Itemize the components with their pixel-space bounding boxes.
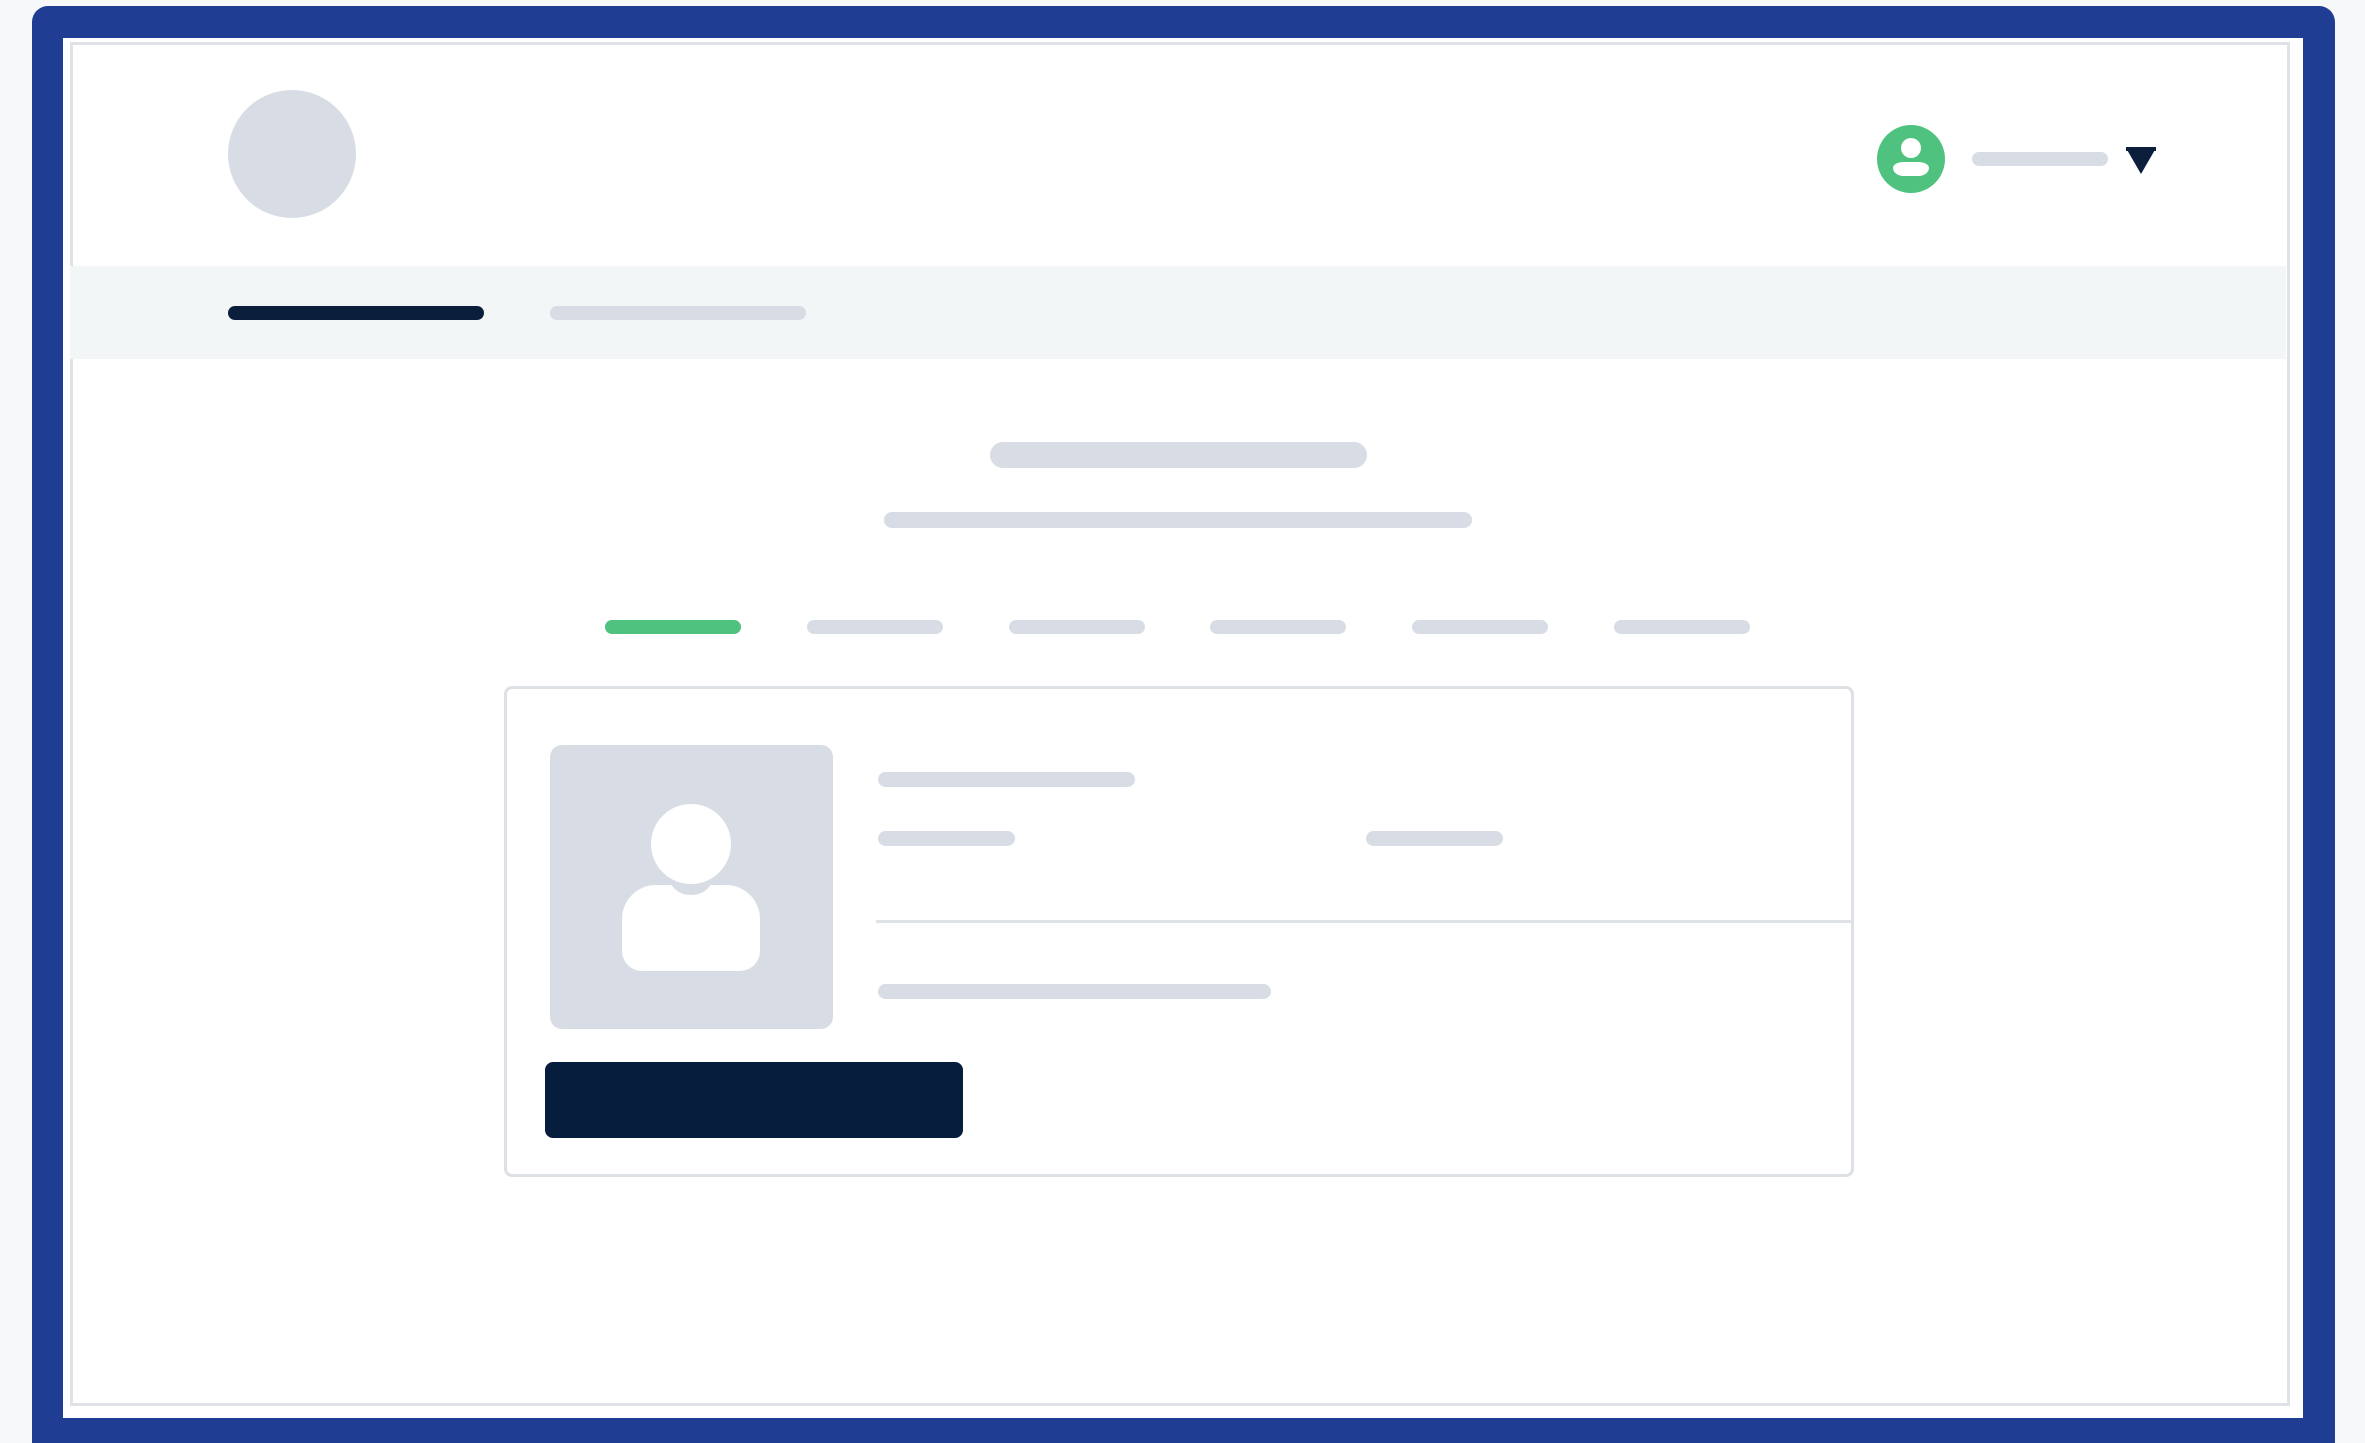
nav-item[interactable]: [550, 306, 806, 320]
step-tab-active[interactable]: [605, 620, 741, 634]
logo-placeholder[interactable]: [228, 90, 356, 218]
person-placeholder-icon: [550, 745, 833, 1029]
avatar-head: [1901, 138, 1921, 158]
person-shoulders: [622, 885, 760, 971]
nav-item-active[interactable]: [228, 306, 484, 320]
caret-down-icon[interactable]: [2126, 148, 2156, 174]
avatar-body: [1893, 162, 1929, 176]
user-name-placeholder[interactable]: [1972, 152, 2108, 166]
card-detail-left-placeholder: [878, 831, 1015, 846]
user-avatar-icon[interactable]: [1877, 125, 1945, 193]
step-tab[interactable]: [807, 620, 943, 634]
page-subtitle-placeholder: [884, 512, 1472, 528]
card-name-placeholder: [878, 772, 1135, 787]
step-tab[interactable]: [1412, 620, 1548, 634]
step-tab[interactable]: [1210, 620, 1346, 634]
card-divider: [876, 920, 1852, 923]
person-head: [651, 804, 731, 884]
card-detail-right-placeholder: [1366, 831, 1503, 846]
step-tab[interactable]: [1009, 620, 1145, 634]
page-title-placeholder: [990, 442, 1367, 468]
step-tab[interactable]: [1614, 620, 1750, 634]
primary-action-button[interactable]: [545, 1062, 963, 1138]
card-description-placeholder: [878, 984, 1271, 999]
